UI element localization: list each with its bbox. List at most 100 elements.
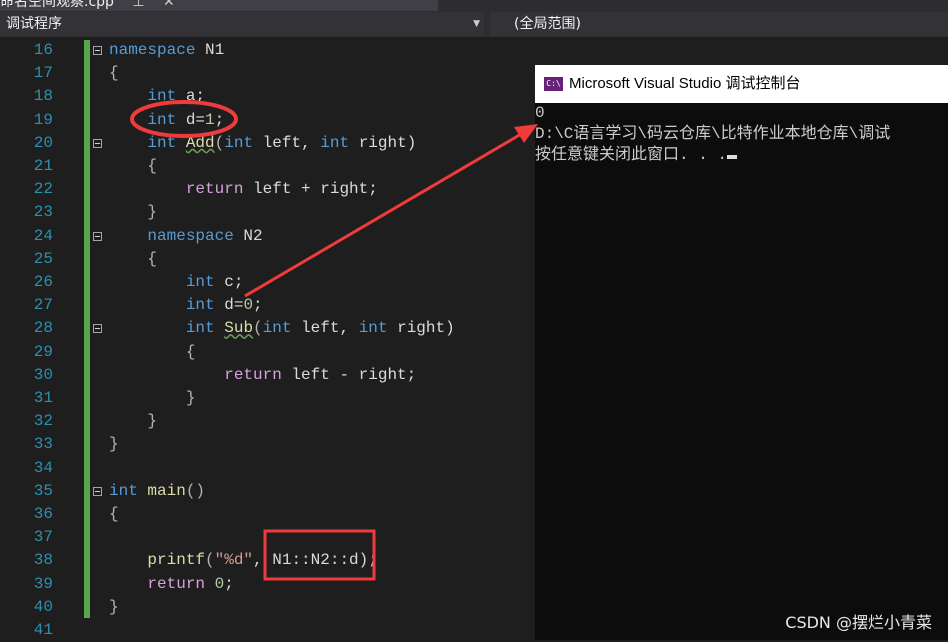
console-cursor (727, 155, 738, 159)
collapse-toggle-icon[interactable] (93, 46, 102, 55)
line-number: 34 (33, 458, 53, 477)
code-text: } (109, 201, 157, 224)
console-title-bar[interactable]: C:\ Microsoft Visual Studio 调试控制台 (535, 65, 948, 103)
debug-console-window[interactable]: C:\ Microsoft Visual Studio 调试控制台 0 D:\C语… (535, 65, 948, 640)
document-tab-strip: 命名空间观察.cpp ⊥ ✕ (0, 0, 948, 11)
code-token: , N1::N2::d); (253, 551, 378, 570)
console-line: 0 (535, 104, 545, 122)
project-dropdown[interactable]: 调试程序 ▼ (0, 12, 484, 36)
code-token: ; (253, 296, 263, 315)
line-number: 27 (33, 296, 53, 315)
console-output: 0 D:\C语言学习\码云仓库\比特作业本地仓库\调试 按任意键关闭此窗口. . . (535, 103, 948, 166)
line-number: 35 (33, 481, 53, 500)
code-text: int main() (109, 480, 205, 503)
code-text: int d=0; (109, 294, 263, 317)
code-text: } (109, 410, 157, 433)
line-number: 38 (33, 551, 53, 570)
code-text: } (109, 387, 196, 410)
code-token: int (147, 110, 177, 129)
code-token: } (109, 435, 119, 454)
code-text: { (109, 503, 119, 526)
project-dropdown-label: 调试程序 (6, 16, 62, 32)
code-text: printf("%d", N1::N2::d); (109, 549, 378, 572)
console-title: Microsoft Visual Studio 调试控制台 (569, 75, 801, 92)
line-number: 33 (33, 435, 53, 454)
code-token: ; (224, 574, 234, 593)
code-text: int a; (109, 85, 205, 108)
close-icon[interactable]: ✕ (163, 0, 175, 10)
line-number: 17 (33, 64, 53, 83)
line-number: 23 (33, 203, 53, 222)
line-number: 40 (33, 597, 53, 616)
code-token: } (109, 389, 196, 407)
code-text: } (109, 433, 119, 456)
code-token: main (147, 481, 186, 500)
code-token: printf (147, 551, 206, 570)
line-number: 39 (33, 574, 53, 593)
code-token: int (109, 481, 138, 500)
code-text: return left - right; (109, 364, 416, 387)
code-token: { (109, 249, 158, 268)
code-token: right) (387, 319, 455, 338)
code-token: N2 (233, 226, 263, 245)
line-number: 19 (33, 110, 53, 129)
line-number: 28 (33, 319, 53, 338)
code-token: d= (214, 296, 244, 315)
line-number: 26 (33, 273, 53, 291)
code-token: { (109, 157, 158, 175)
line-number: 16 (33, 41, 53, 59)
tab-title: 命名空间观察.cpp (0, 0, 114, 10)
console-line-text: 按任意键关闭此窗口. . . (535, 146, 728, 164)
console-app-icon: C:\ (544, 77, 563, 91)
code-token: 1 (205, 110, 215, 129)
code-token: int (147, 133, 177, 152)
code-token: int (147, 87, 177, 106)
line-number: 21 (33, 157, 53, 175)
code-token: left, (291, 319, 359, 338)
line-number: 41 (33, 621, 53, 639)
line-number: 32 (33, 412, 53, 431)
code-line[interactable]: 16 namespace N1 (0, 39, 948, 62)
code-token: return (185, 180, 244, 199)
line-number: 29 (33, 342, 53, 361)
code-token: int (185, 273, 215, 291)
watermark: CSDN @摆烂小青菜 (785, 613, 932, 632)
code-text: int Sub(int left, int right) (109, 317, 455, 340)
line-number: 20 (33, 133, 53, 152)
code-text: namespace N2 (109, 225, 263, 248)
line-number: 31 (33, 389, 53, 407)
console-line: 按任意键关闭此窗口. . . (535, 145, 948, 166)
scope-dropdown[interactable]: (全局范围) (490, 12, 948, 36)
code-token: namespace (109, 41, 196, 59)
code-token: ( (253, 319, 263, 338)
code-token: int (185, 296, 215, 315)
code-token: () (185, 481, 206, 500)
collapse-toggle-icon[interactable] (93, 486, 102, 496)
collapse-toggle-icon[interactable] (93, 138, 102, 148)
pin-icon[interactable]: ⊥ (132, 0, 144, 10)
code-token: int (320, 133, 350, 152)
code-token: } (109, 597, 119, 616)
code-token: int (358, 319, 388, 338)
code-token: right) (349, 133, 417, 152)
collapse-toggle-icon[interactable] (93, 231, 102, 241)
code-token: return (147, 574, 206, 593)
code-text: } (109, 596, 119, 619)
navigation-bar: 调试程序 ▼ (全局范围) (0, 11, 948, 37)
document-tab[interactable]: 命名空间观察.cpp ⊥ ✕ (0, 0, 438, 11)
code-token: namespace (147, 226, 234, 245)
code-text: int c; (109, 271, 244, 294)
line-number: 22 (33, 180, 53, 199)
code-token: { (109, 64, 119, 83)
collapse-toggle-icon[interactable] (93, 324, 102, 334)
